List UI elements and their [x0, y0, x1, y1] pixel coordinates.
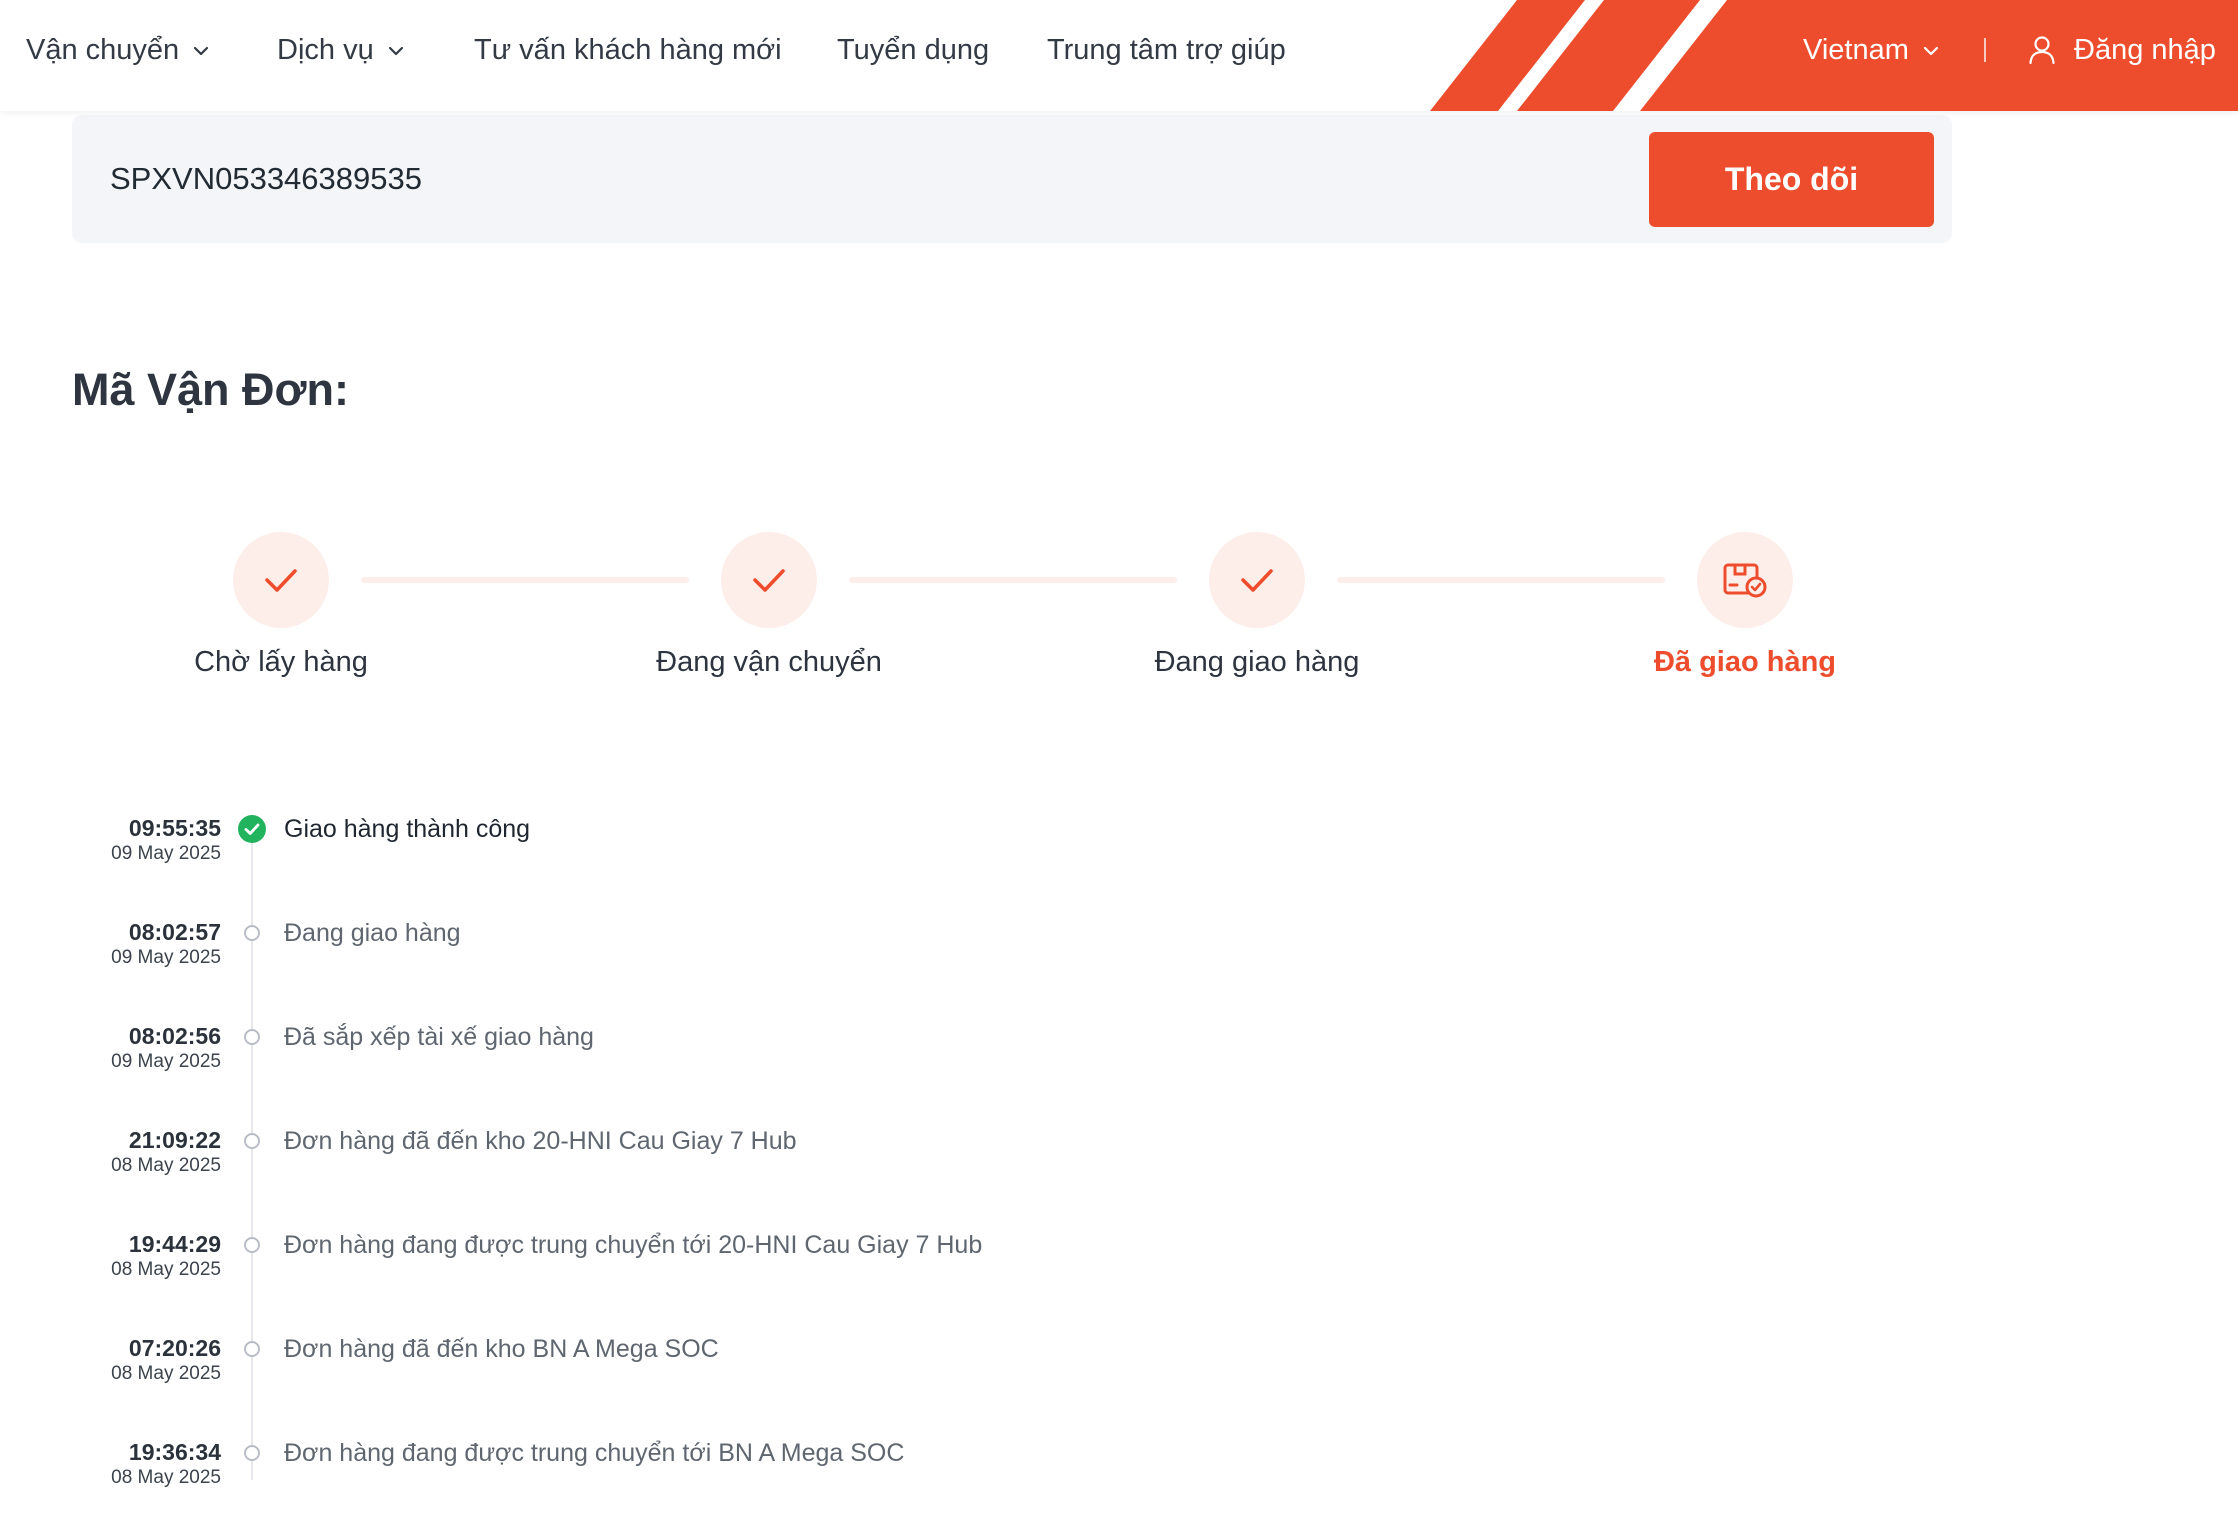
timeline-date: 09 May 2025 — [111, 1051, 221, 1072]
step-circle — [233, 532, 329, 628]
timeline-status-text: Giao hàng thành công — [284, 815, 531, 843]
success-check-icon — [238, 815, 266, 843]
step-label: Đang giao hàng — [1154, 646, 1360, 678]
login-link[interactable]: Đăng nhập — [2028, 0, 2216, 100]
step-label: Đang vận chuyển — [656, 646, 882, 678]
timeline-dot — [244, 1341, 260, 1357]
step-da-giao-hang: Đã giao hàng — [1575, 532, 1915, 679]
nav-tro-giup[interactable]: Trung tâm trợ giúp — [1047, 0, 1286, 100]
timeline-entry: 09:55:35 09 May 2025 Giao hàng thành côn… — [0, 815, 1200, 895]
timeline-entry: 19:44:29 08 May 2025 Đơn hàng đang được … — [0, 1231, 1200, 1311]
timeline-date: 08 May 2025 — [111, 1363, 221, 1384]
tracking-number-input[interactable] — [110, 115, 1610, 243]
timeline-dot — [244, 1445, 260, 1461]
timeline-status-text: Đơn hàng đã đến kho 20-HNI Cau Giay 7 Hu… — [284, 1127, 797, 1155]
nav-label: Tư vấn khách hàng mới — [474, 33, 782, 66]
timeline-date: 09 May 2025 — [111, 843, 221, 864]
nav-label: Vận chuyển — [26, 33, 180, 66]
check-icon — [753, 569, 785, 592]
timeline-entry: 08:02:57 09 May 2025 Đang giao hàng — [0, 919, 1200, 999]
step-cho-lay-hang: Chờ lấy hàng — [111, 532, 451, 679]
timeline-status-text: Đơn hàng đã đến kho BN A Mega SOC — [284, 1335, 719, 1363]
check-icon — [1241, 569, 1273, 592]
nav-label: Trung tâm trợ giúp — [1047, 33, 1286, 66]
nav-label: Dịch vụ — [277, 33, 374, 66]
step-circle — [1697, 532, 1793, 628]
step-dang-giao-hang: Đang giao hàng — [1087, 532, 1427, 679]
timeline-entry: 08:02:56 09 May 2025 Đã sắp xếp tài xế g… — [0, 1023, 1200, 1103]
timeline-date: 08 May 2025 — [111, 1259, 221, 1280]
step-label: Chờ lấy hàng — [194, 646, 368, 678]
timeline-time: 19:44:29 — [128, 1231, 221, 1257]
timeline-dot — [244, 925, 260, 941]
timeline-date: 08 May 2025 — [111, 1155, 221, 1176]
timeline-status-text: Đơn hàng đang được trung chuyển tới 20-H… — [284, 1231, 983, 1259]
timeline-status-text: Đơn hàng đang được trung chuyển tới BN A… — [284, 1439, 905, 1467]
timeline-entry: 21:09:22 08 May 2025 Đơn hàng đã đến kho… — [0, 1127, 1200, 1207]
page-title: Mã Vận Đơn: — [72, 364, 350, 415]
tracking-search-box: Theo dõi — [72, 115, 1952, 243]
timeline-entry: 07:20:26 08 May 2025 Đơn hàng đã đến kho… — [0, 1335, 1200, 1415]
timeline-date: 09 May 2025 — [111, 947, 221, 968]
login-label: Đăng nhập — [2074, 33, 2216, 66]
timeline-dot — [244, 1237, 260, 1253]
nav-tu-van[interactable]: Tư vấn khách hàng mới — [474, 0, 782, 100]
timeline-dot — [244, 1029, 260, 1045]
header-divider — [1984, 0, 1986, 100]
chevron-down-icon — [194, 46, 209, 56]
chevron-down-icon — [388, 46, 403, 56]
track-button[interactable]: Theo dõi — [1649, 132, 1934, 227]
timeline-dot — [244, 1133, 260, 1149]
nav-tuyen-dung[interactable]: Tuyển dụng — [837, 0, 989, 100]
step-dang-van-chuyen: Đang vận chuyển — [599, 532, 939, 679]
nav-label: Tuyển dụng — [837, 33, 990, 66]
country-selector[interactable]: Vietnam — [1803, 0, 1939, 100]
delivered-box-icon — [1723, 563, 1767, 598]
step-label: Đã giao hàng — [1653, 646, 1837, 678]
step-circle — [721, 532, 817, 628]
step-circle — [1209, 532, 1305, 628]
chevron-down-icon — [1923, 46, 1938, 56]
timeline-time: 07:20:26 — [128, 1335, 221, 1361]
check-icon — [265, 569, 297, 592]
timeline-time: 21:09:22 — [128, 1127, 221, 1153]
nav-dich-vu[interactable]: Dịch vụ — [277, 0, 404, 100]
user-icon — [2029, 36, 2055, 65]
timeline-time: 09:55:35 — [128, 815, 221, 841]
timeline-entry: 19:36:34 08 May 2025 Đơn hàng đang được … — [0, 1439, 1200, 1519]
timeline-date: 08 May 2025 — [111, 1467, 221, 1488]
timeline-status-text: Đã sắp xếp tài xế giao hàng — [284, 1023, 594, 1051]
country-label: Vietnam — [1803, 33, 1909, 66]
timeline-time: 19:36:34 — [128, 1439, 221, 1465]
nav-van-chuyen[interactable]: Vận chuyển — [26, 0, 209, 100]
top-nav-bar: Vận chuyển Dịch vụ Tư vấn khách hàng mới… — [0, 0, 2238, 111]
timeline-status-text: Đang giao hàng — [284, 919, 461, 947]
timeline-time: 08:02:57 — [128, 919, 221, 945]
timeline-time: 08:02:56 — [128, 1023, 221, 1049]
